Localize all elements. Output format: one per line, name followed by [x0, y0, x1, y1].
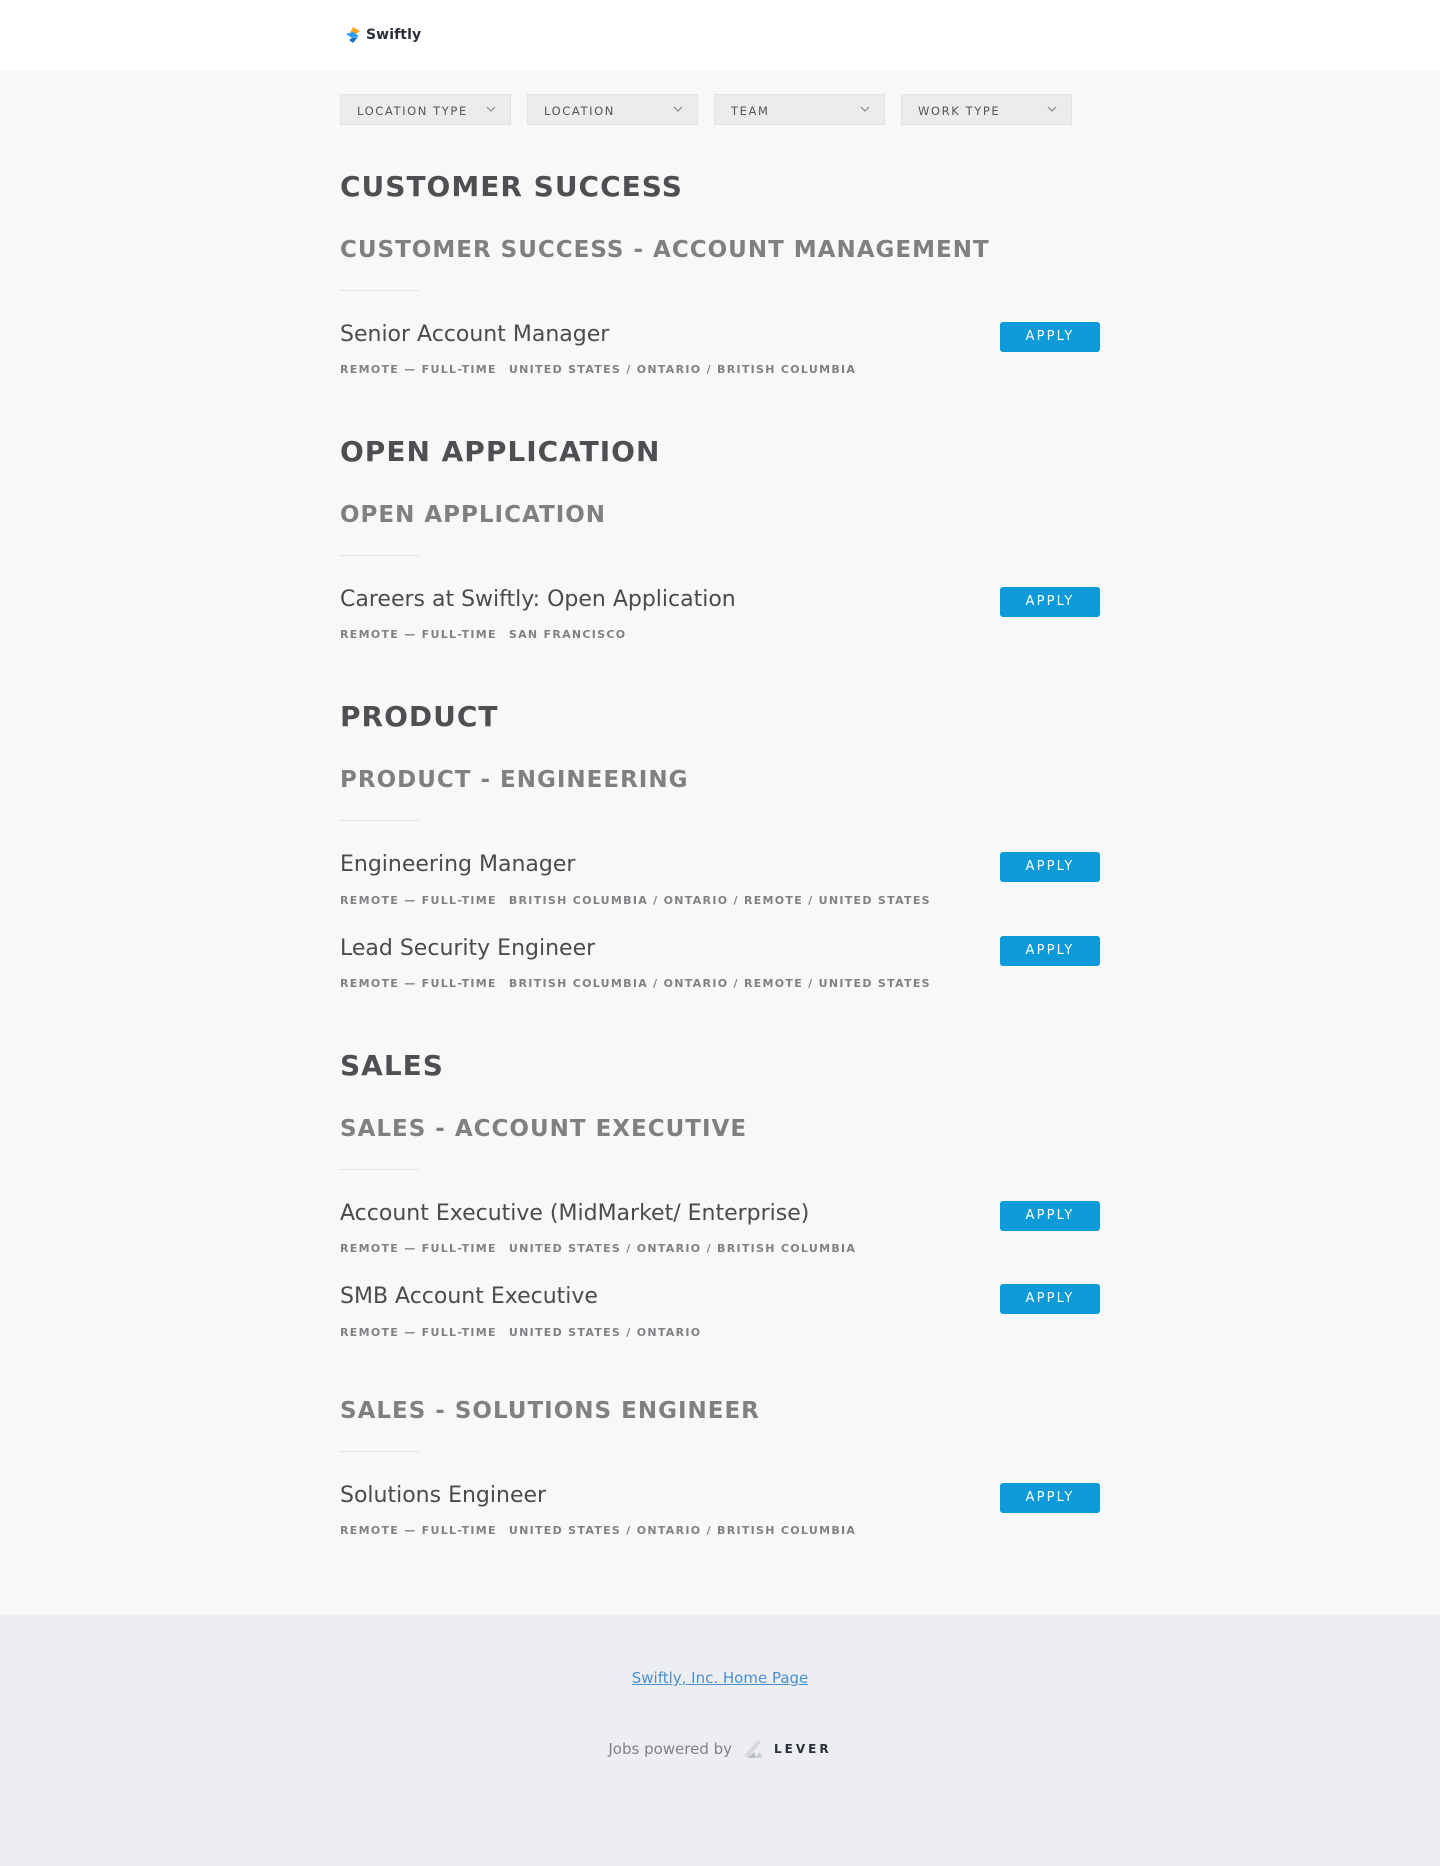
chevron-down-icon [673, 106, 683, 112]
apply-button[interactable]: APPLY [1000, 1483, 1100, 1513]
job-commitment: REMOTE — FULL-TIME [340, 894, 497, 907]
job-location: UNITED STATES / ONTARIO / BRITISH COLUMB… [508, 363, 857, 376]
department-heading: OPEN APPLICATION [340, 435, 661, 468]
job-location: UNITED STATES / ONTARIO [508, 1326, 702, 1339]
job-location: BRITISH COLUMBIA / ONTARIO / REMOTE / UN… [508, 977, 931, 990]
company-logo[interactable]: Swiftly [344, 24, 421, 46]
powered-by: Jobs powered by LEVER [0, 1736, 1440, 1762]
team-divider [340, 820, 419, 821]
filter-label: LOCATION [544, 104, 615, 118]
team-divider [340, 290, 419, 291]
header-bar: Swiftly [0, 0, 1440, 70]
job-location: BRITISH COLUMBIA / ONTARIO / REMOTE / UN… [508, 894, 931, 907]
team-heading: PRODUCT - ENGINEERING [340, 767, 689, 793]
apply-button[interactable]: APPLY [1000, 1284, 1100, 1314]
apply-button[interactable]: APPLY [1000, 852, 1100, 882]
filter-bar: LOCATION TYPE LOCATION TEAM WORK TYPE [340, 94, 1088, 125]
team-divider [340, 1451, 419, 1452]
job-meta: REMOTE — FULL-TIME BRITISH COLUMBIA / ONT… [340, 977, 931, 990]
job-location: UNITED STATES / ONTARIO / BRITISH COLUMB… [508, 1524, 857, 1537]
filter-label: TEAM [731, 104, 770, 118]
job-location: SAN FRANCISCO [508, 628, 627, 641]
filter-team[interactable]: TEAM [714, 94, 885, 125]
job-title[interactable]: SMB Account Executive [340, 1284, 598, 1309]
job-commitment: REMOTE — FULL-TIME [340, 1242, 497, 1255]
job-meta: REMOTE — FULL-TIME BRITISH COLUMBIA / ONT… [340, 894, 931, 907]
swiftly-logo-icon [346, 27, 360, 43]
job-title[interactable]: Careers at Swiftly: Open Application [340, 587, 736, 612]
team-heading: SALES - SOLUTIONS ENGINEER [340, 1398, 760, 1424]
lever-logo-text[interactable]: LEVER [774, 1742, 832, 1756]
job-title[interactable]: Engineering Manager [340, 852, 575, 877]
lever-logo-icon[interactable] [740, 1736, 766, 1762]
job-title[interactable]: Senior Account Manager [340, 322, 609, 347]
apply-button[interactable]: APPLY [1000, 322, 1100, 352]
home-page-link-text[interactable]: Swiftly, Inc. Home Page [632, 1669, 809, 1687]
job-meta: REMOTE — FULL-TIME UNITED STATES / ONTARI… [340, 1242, 856, 1255]
team-heading: OPEN APPLICATION [340, 502, 607, 528]
team-heading: CUSTOMER SUCCESS - ACCOUNT MANAGEMENT [340, 237, 990, 263]
job-meta: REMOTE — FULL-TIME SAN FRANCISCO [340, 628, 626, 641]
filter-work-type[interactable]: WORK TYPE [901, 94, 1072, 125]
job-commitment: REMOTE — FULL-TIME [340, 1524, 497, 1537]
apply-button[interactable]: APPLY [1000, 936, 1100, 966]
job-commitment: REMOTE — FULL-TIME [340, 363, 497, 376]
footer: Swiftly, Inc. Home Page Jobs powered by … [0, 1615, 1440, 1866]
filter-location-type[interactable]: LOCATION TYPE [340, 94, 511, 125]
team-divider [340, 555, 419, 556]
department-heading: CUSTOMER SUCCESS [340, 170, 683, 203]
filter-label: WORK TYPE [918, 104, 1001, 118]
filter-label: LOCATION TYPE [357, 104, 468, 118]
job-meta: REMOTE — FULL-TIME UNITED STATES / ONTARI… [340, 1524, 856, 1537]
job-title[interactable]: Account Executive (MidMarket/ Enterprise… [340, 1201, 809, 1226]
powered-by-text: Jobs powered by [608, 1740, 733, 1758]
job-title[interactable]: Solutions Engineer [340, 1483, 546, 1508]
job-commitment: REMOTE — FULL-TIME [340, 977, 497, 990]
department-heading: PRODUCT [340, 700, 499, 733]
job-meta: REMOTE — FULL-TIME UNITED STATES / ONTARI… [340, 363, 856, 376]
job-commitment: REMOTE — FULL-TIME [340, 1326, 497, 1339]
logo-text: Swiftly [366, 27, 422, 43]
chevron-down-icon [860, 106, 870, 112]
department-heading: SALES [340, 1049, 444, 1082]
team-heading: SALES - ACCOUNT EXECUTIVE [340, 1116, 748, 1142]
filter-location[interactable]: LOCATION [527, 94, 698, 125]
apply-button[interactable]: APPLY [1000, 1201, 1100, 1231]
home-page-link: Swiftly, Inc. Home Page [0, 1669, 1440, 1687]
job-title[interactable]: Lead Security Engineer [340, 936, 595, 961]
job-commitment: REMOTE — FULL-TIME [340, 628, 497, 641]
apply-button[interactable]: APPLY [1000, 587, 1100, 617]
chevron-down-icon [486, 106, 496, 112]
team-divider [340, 1169, 419, 1170]
job-location: UNITED STATES / ONTARIO / BRITISH COLUMB… [508, 1242, 857, 1255]
chevron-down-icon [1047, 106, 1057, 112]
job-meta: REMOTE — FULL-TIME UNITED STATES / ONTARI… [340, 1326, 701, 1339]
